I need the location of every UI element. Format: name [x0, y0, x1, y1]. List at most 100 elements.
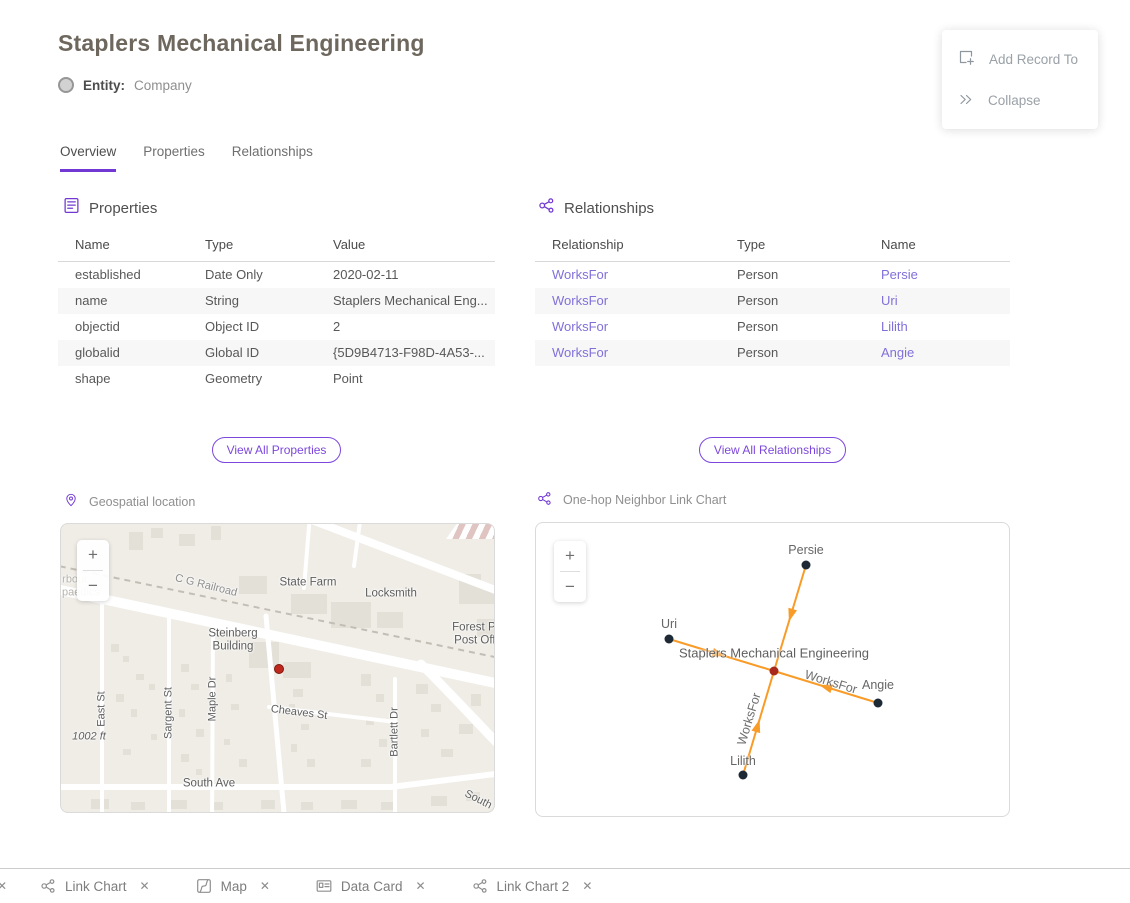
chart-zoom-control: + −: [554, 541, 586, 602]
section-title: One-hop Neighbor Link Chart: [563, 493, 726, 507]
close-icon[interactable]: ✕: [260, 879, 270, 893]
cell: objectid: [58, 314, 205, 340]
tab-relationships[interactable]: Relationships: [232, 144, 313, 172]
column-header-name: Name: [58, 231, 205, 262]
add-record-icon: [958, 49, 975, 69]
map-icon: [196, 878, 212, 894]
cell: Person: [737, 314, 881, 340]
column-header-relationship: Relationship: [535, 231, 737, 262]
record-link[interactable]: Lilith: [881, 314, 1010, 340]
table-row: globalidGlobal ID{5D9B4713-F98D-4A53-...: [58, 340, 495, 366]
table-row: WorksForPersonUri: [535, 288, 1010, 314]
relationships-section: Relationships RelationshipTypeName Works…: [535, 197, 1010, 482]
edge-arrow-icon: [819, 684, 833, 693]
node-uri[interactable]: [665, 635, 674, 644]
table-row: WorksForPersonLilith: [535, 314, 1010, 340]
section-title: Geospatial location: [89, 495, 195, 509]
zoom-out-button[interactable]: −: [77, 571, 109, 601]
record-link[interactable]: WorksFor: [535, 340, 737, 366]
record-link[interactable]: WorksFor: [535, 288, 737, 314]
node-persie[interactable]: [802, 561, 811, 570]
table-row: WorksForPersonPersie: [535, 262, 1010, 289]
entity-type-value: Company: [134, 78, 192, 93]
cell: Geometry: [205, 366, 333, 392]
link-chart-view[interactable]: PersieUriStaplers Mechanical Engineering…: [535, 522, 1010, 817]
link-chart-icon: [537, 491, 552, 509]
table-row: establishedDate Only2020-02-11: [58, 262, 495, 289]
link-chart-icon: [40, 878, 56, 894]
tab-properties[interactable]: Properties: [143, 144, 205, 172]
cell: Staplers Mechanical Eng...: [333, 288, 495, 314]
cell: name: [58, 288, 205, 314]
close-icon[interactable]: ✕: [140, 879, 150, 893]
collapse-icon: [958, 91, 974, 110]
map-zoom-control: + −: [77, 540, 109, 601]
menu-item-collapse[interactable]: Collapse: [942, 80, 1098, 121]
record-link[interactable]: Uri: [881, 288, 1010, 314]
zoom-in-button[interactable]: +: [77, 540, 109, 570]
cell: {5D9B4713-F98D-4A53-...: [333, 340, 495, 366]
cell: Person: [737, 288, 881, 314]
record-link[interactable]: Angie: [881, 340, 1010, 366]
cell: String: [205, 288, 333, 314]
column-header-type: Type: [205, 231, 333, 262]
view-all-relationships-button[interactable]: View All Relationships: [699, 437, 846, 463]
node-staplers-mechanical-engineering[interactable]: [770, 667, 779, 676]
entity-badge: Entity: Company: [58, 77, 192, 93]
geospatial-section: Geospatial location rbourpaedicsC G Rail…: [60, 493, 497, 813]
page-title: Staplers Mechanical Engineering: [58, 30, 425, 57]
record-link[interactable]: Persie: [881, 262, 1010, 289]
node-lilith[interactable]: [739, 771, 748, 780]
tab-label: Link Chart 2: [497, 879, 570, 894]
bottom-tab-data-card[interactable]: Data Card✕: [316, 878, 426, 894]
table-header-row: NameTypeValue: [58, 231, 495, 262]
cell: Global ID: [205, 340, 333, 366]
bottom-tab-bar: ✕ Link Chart✕Map✕Data Card✕Link Chart 2✕: [0, 868, 1130, 903]
context-menu: Add Record To Collapse: [942, 30, 1098, 129]
cell: Date Only: [205, 262, 333, 289]
card-tab-bar: Overview Properties Relationships: [60, 144, 313, 172]
bottom-tab-map[interactable]: Map ✕: [196, 878, 270, 894]
record-link[interactable]: WorksFor: [535, 314, 737, 340]
zoom-out-button[interactable]: −: [554, 572, 586, 602]
link-chart-section: One-hop Neighbor Link Chart PersieUriSta…: [535, 491, 1010, 817]
edge-arrow-icon: [788, 608, 797, 622]
tab-label: Link Chart: [65, 879, 127, 894]
cell: Person: [737, 262, 881, 289]
view-all-properties-button[interactable]: View All Properties: [212, 437, 342, 463]
tab-label: Map: [221, 879, 247, 894]
close-icon[interactable]: ✕: [582, 879, 592, 893]
data-card-page: Staplers Mechanical Engineering Entity: …: [0, 0, 1130, 903]
column-header-name: Name: [881, 231, 1010, 262]
table-row: objectidObject ID2: [58, 314, 495, 340]
cell: 2020-02-11: [333, 262, 495, 289]
table-row: nameStringStaplers Mechanical Eng...: [58, 288, 495, 314]
cell: globalid: [58, 340, 205, 366]
zoom-in-button[interactable]: +: [554, 541, 586, 571]
map-marker[interactable]: [274, 664, 284, 674]
close-icon[interactable]: ✕: [0, 879, 11, 893]
menu-item-label: Collapse: [988, 93, 1041, 108]
table-row: WorksForPersonAngie: [535, 340, 1010, 366]
entity-kind-label: Entity:: [83, 78, 125, 93]
data-card-icon: [316, 878, 332, 894]
relationships-icon: [538, 197, 555, 219]
relationships-table: RelationshipTypeName WorksForPersonPersi…: [535, 231, 1010, 366]
bottom-tab-link-chart-2[interactable]: Link Chart 2 ✕: [472, 878, 593, 894]
menu-item-add-record-to[interactable]: Add Record To: [942, 38, 1098, 80]
table-header-row: RelationshipTypeName: [535, 231, 1010, 262]
cell: Person: [737, 340, 881, 366]
section-title: Properties: [89, 200, 157, 217]
table-row: shapeGeometryPoint: [58, 366, 495, 392]
map-view[interactable]: rbourpaedicsC G RailroadState FarmLocksm…: [60, 523, 495, 813]
link-chart-icon: [472, 878, 488, 894]
bottom-tab-link-chart[interactable]: Link Chart ✕: [40, 878, 150, 894]
edge-arrow-icon: [711, 648, 725, 657]
link-chart-canvas: [536, 523, 1010, 817]
record-link[interactable]: WorksFor: [535, 262, 737, 289]
cell: 2: [333, 314, 495, 340]
close-icon[interactable]: ✕: [415, 879, 425, 893]
cell: established: [58, 262, 205, 289]
tab-overview[interactable]: Overview: [60, 144, 116, 172]
node-angie[interactable]: [874, 699, 883, 708]
